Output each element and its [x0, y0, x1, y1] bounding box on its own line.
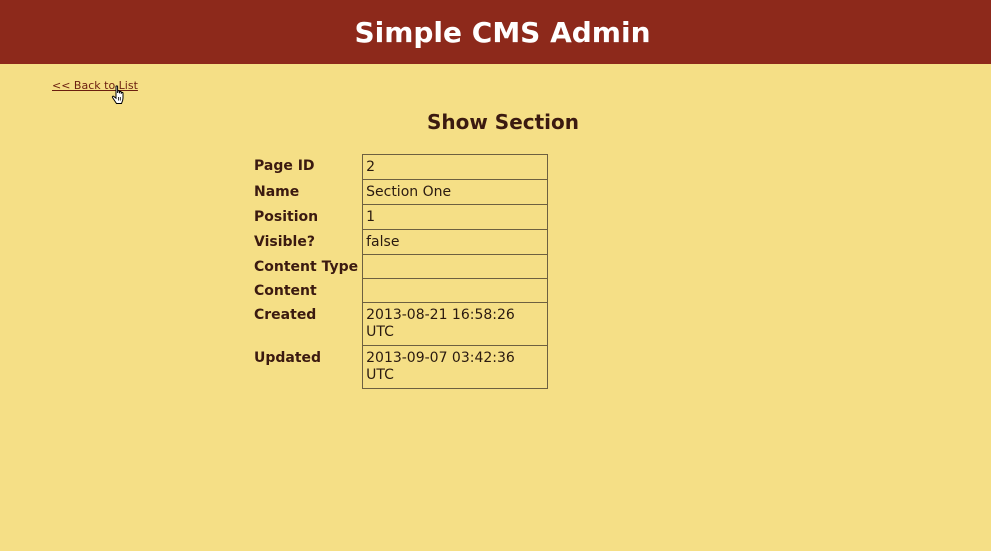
detail-value: Section One: [362, 180, 549, 205]
detail-row-name: Name Section One: [252, 180, 549, 205]
detail-value: 1: [362, 205, 549, 230]
section-details-table: Page ID 2 Name Section One Position 1 Vi…: [252, 154, 549, 389]
detail-label: Position: [254, 209, 319, 225]
detail-row-page-id: Page ID 2: [252, 154, 549, 180]
hand-pointer-icon: [111, 85, 124, 104]
detail-row-created: Created 2013-08-21 16:58:26 UTC: [252, 303, 549, 346]
detail-row-content: Content: [252, 279, 549, 303]
detail-label: Visible?: [254, 234, 315, 250]
main-content: << Back to List Show Section Page ID 2 N…: [0, 64, 991, 551]
detail-label: Updated: [254, 350, 322, 366]
detail-value: [362, 279, 549, 303]
detail-value: [362, 255, 549, 279]
detail-label: Created: [254, 307, 317, 323]
detail-label: Content Type: [254, 259, 359, 275]
detail-label: Name: [254, 184, 300, 200]
detail-value: false: [362, 230, 549, 255]
detail-value: 2: [362, 154, 549, 180]
detail-row-updated: Updated 2013-09-07 03:42:36 UTC: [252, 346, 549, 389]
detail-value: 2013-08-21 16:58:26 UTC: [362, 303, 549, 346]
app-header: Simple CMS Admin: [0, 0, 991, 64]
detail-label: Page ID: [254, 158, 315, 174]
detail-value: 2013-09-07 03:42:36 UTC: [362, 346, 549, 389]
detail-row-content-type: Content Type: [252, 255, 549, 279]
page-title: Show Section: [426, 110, 580, 134]
detail-row-visible: Visible? false: [252, 230, 549, 255]
app-title: Simple CMS Admin: [354, 15, 651, 49]
detail-row-position: Position 1: [252, 205, 549, 230]
detail-label: Content: [254, 283, 317, 299]
